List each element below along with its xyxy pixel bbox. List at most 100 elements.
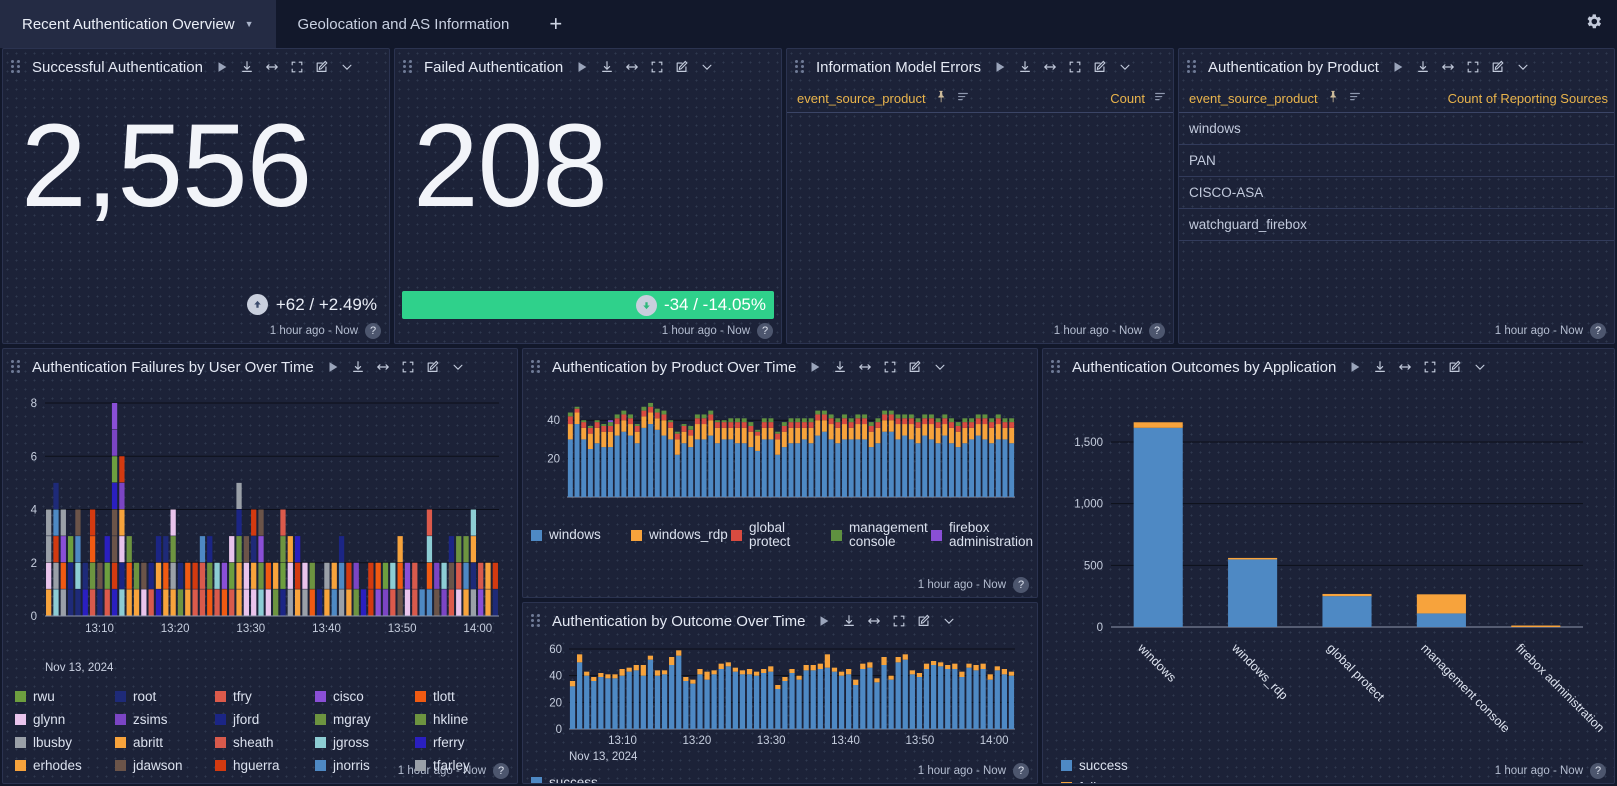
bar-segment[interactable]: [683, 681, 689, 729]
bar-segment[interactable]: [732, 671, 738, 729]
bar-segment[interactable]: [714, 443, 720, 497]
bar-segment[interactable]: [133, 562, 140, 589]
bar-segment[interactable]: [441, 589, 447, 616]
bar-segment[interactable]: [746, 674, 753, 729]
bar-segment[interactable]: [654, 675, 661, 729]
bar-segment[interactable]: [338, 536, 345, 563]
run-icon[interactable]: [326, 360, 340, 374]
legend-item[interactable]: success: [1061, 754, 1411, 776]
bar-segment[interactable]: [229, 536, 235, 563]
bar-segment[interactable]: [888, 420, 894, 432]
download-icon[interactable]: [240, 60, 254, 74]
run-icon[interactable]: [575, 60, 589, 74]
bar-segment[interactable]: [89, 536, 96, 563]
bar-segment[interactable]: [683, 677, 689, 681]
bar-segment[interactable]: [815, 420, 821, 436]
bar-segment[interactable]: [185, 562, 191, 589]
bar-segment[interactable]: [928, 418, 934, 425]
bar-segment[interactable]: [821, 431, 827, 497]
chevron-down-icon[interactable]: [1473, 360, 1487, 374]
legend-item[interactable]: hguerra: [215, 754, 315, 777]
bar-segment[interactable]: [915, 443, 921, 497]
bar-segment[interactable]: [782, 681, 788, 729]
bar-segment[interactable]: [714, 422, 720, 428]
bar-segment[interactable]: [810, 670, 816, 729]
bar-segment[interactable]: [628, 418, 633, 425]
bar-segment[interactable]: [594, 443, 600, 497]
bar-segment[interactable]: [419, 589, 425, 616]
bar-segment[interactable]: [994, 670, 1000, 729]
bar-segment[interactable]: [111, 456, 118, 483]
legend-item[interactable]: glynn: [15, 708, 115, 731]
bar-segment[interactable]: [824, 667, 831, 729]
bar-segment[interactable]: [888, 431, 894, 497]
bar-segment[interactable]: [273, 589, 279, 616]
bar-segment[interactable]: [938, 662, 944, 667]
bar-segment[interactable]: [46, 536, 52, 563]
download-icon[interactable]: [600, 60, 614, 74]
chevron-down-icon[interactable]: [1118, 60, 1132, 74]
bar-segment[interactable]: [97, 589, 103, 616]
bar-segment[interactable]: [909, 674, 915, 729]
bar-segment[interactable]: [581, 427, 587, 440]
bar-segment[interactable]: [598, 677, 604, 729]
bar-segment[interactable]: [614, 424, 620, 436]
bar-segment[interactable]: [959, 677, 965, 729]
bar-segment[interactable]: [251, 536, 257, 563]
bar-segment[interactable]: [60, 509, 66, 536]
bar-segment[interactable]: [753, 671, 760, 676]
bar-segment[interactable]: [721, 439, 727, 497]
bar-segment[interactable]: [817, 663, 823, 669]
bar-segment[interactable]: [842, 424, 847, 440]
bar-segment[interactable]: [163, 562, 169, 589]
legend-item[interactable]: tlott: [415, 685, 515, 708]
bar-segment[interactable]: [781, 425, 787, 432]
bar-segment[interactable]: [909, 670, 915, 675]
resize-horizontal-icon[interactable]: [858, 360, 872, 374]
bar-segment[interactable]: [708, 414, 714, 421]
bar-segment[interactable]: [192, 562, 198, 589]
bar-segment[interactable]: [748, 425, 754, 432]
resize-horizontal-icon[interactable]: [1441, 60, 1455, 74]
bar-segment[interactable]: [338, 562, 345, 589]
edit-icon[interactable]: [908, 360, 922, 374]
bar-segment[interactable]: [989, 443, 995, 497]
bar-segment[interactable]: [397, 589, 403, 616]
bar-segment[interactable]: [741, 418, 747, 423]
tab-geolocation-and-as-information[interactable]: Geolocation and AS Information: [276, 0, 532, 48]
bar-segment[interactable]: [236, 589, 242, 616]
bar-segment[interactable]: [848, 422, 854, 428]
legend-item[interactable]: mgray: [315, 708, 415, 731]
edit-icon[interactable]: [315, 60, 329, 74]
legend-item[interactable]: windows: [531, 517, 631, 553]
bar-segment[interactable]: [236, 562, 242, 589]
bar-segment[interactable]: [795, 418, 801, 423]
bar-segment[interactable]: [404, 562, 411, 589]
bar-segment[interactable]: [641, 406, 647, 411]
bar-segment[interactable]: [581, 420, 587, 423]
bar-segment[interactable]: [294, 536, 301, 563]
bar-segment[interactable]: [574, 408, 580, 413]
bar-segment[interactable]: [634, 431, 640, 444]
bar-segment[interactable]: [119, 482, 125, 509]
bar-segment[interactable]: [280, 562, 286, 589]
bar-segment[interactable]: [735, 427, 740, 444]
bar-segment[interactable]: [621, 431, 627, 497]
bar-segment[interactable]: [808, 418, 814, 423]
bar-segment[interactable]: [714, 420, 720, 423]
bar-segment[interactable]: [915, 418, 921, 423]
bar-segment[interactable]: [199, 589, 206, 616]
bar-segment[interactable]: [735, 418, 740, 423]
fullscreen-icon[interactable]: [290, 60, 304, 74]
bar-segment[interactable]: [1008, 675, 1015, 729]
bar-segment[interactable]: [360, 589, 367, 616]
bar-segment[interactable]: [853, 679, 859, 685]
bar-segment[interactable]: [229, 562, 235, 589]
bar-segment[interactable]: [882, 410, 888, 415]
bar-segment[interactable]: [647, 659, 654, 729]
bar-segment[interactable]: [441, 562, 447, 589]
bar-segment[interactable]: [748, 431, 754, 448]
bar-segment[interactable]: [397, 562, 403, 589]
bar-segment[interactable]: [980, 663, 986, 669]
bar-segment[interactable]: [930, 665, 937, 729]
